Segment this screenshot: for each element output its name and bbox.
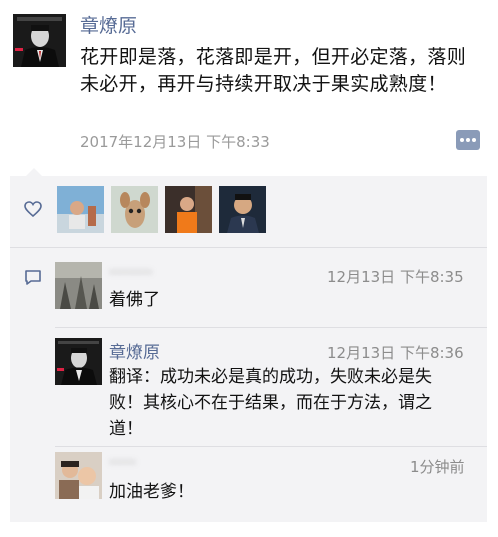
comment-text-2: 翻译：成功未必是真的成功，失败未必是失败！其核心不在于结果，而在于方法，谓之道！ [109, 367, 432, 439]
comment-author-2[interactable]: 章燎原 [109, 338, 160, 363]
comment-icon [24, 270, 42, 286]
comment-author-1[interactable]: ········ [109, 263, 152, 283]
comment-avatar-1[interactable] [55, 262, 102, 309]
comment-time-2: 12月13日 下午8:36 [327, 344, 464, 362]
liker-avatar-3[interactable] [165, 186, 212, 233]
likes-divider [10, 247, 487, 248]
more-actions-button[interactable] [456, 130, 480, 150]
post-author-avatar[interactable] [13, 14, 66, 67]
comment-text-3: 加油老爹！ [109, 482, 194, 502]
comment-avatar-3[interactable] [55, 452, 102, 499]
comment-divider-2 [55, 446, 487, 447]
post-timestamp: 2017年12月13日 下午8:33 [80, 133, 270, 151]
liker-avatar-2[interactable] [111, 186, 158, 233]
heart-outline-icon [24, 201, 44, 219]
liker-avatar-1[interactable] [57, 186, 104, 233]
panel-arrow [26, 168, 42, 176]
comment-avatar-2[interactable] [55, 338, 102, 385]
comment-text-1: 着佛了 [109, 290, 160, 310]
comment-divider-1 [55, 327, 487, 328]
liker-avatar-4[interactable] [219, 186, 266, 233]
post-text: 花开即是落，花落即是开，但开必定落，落则未必开，再开与持续开取决于果实成熟度！ [80, 46, 467, 95]
comment-author-3[interactable]: ····· [109, 453, 136, 473]
comment-time-1: 12月13日 下午8:35 [327, 268, 464, 286]
post-author-name[interactable]: 章燎原 [80, 11, 137, 38]
comment-time-3: 1分钟前 [410, 458, 465, 476]
